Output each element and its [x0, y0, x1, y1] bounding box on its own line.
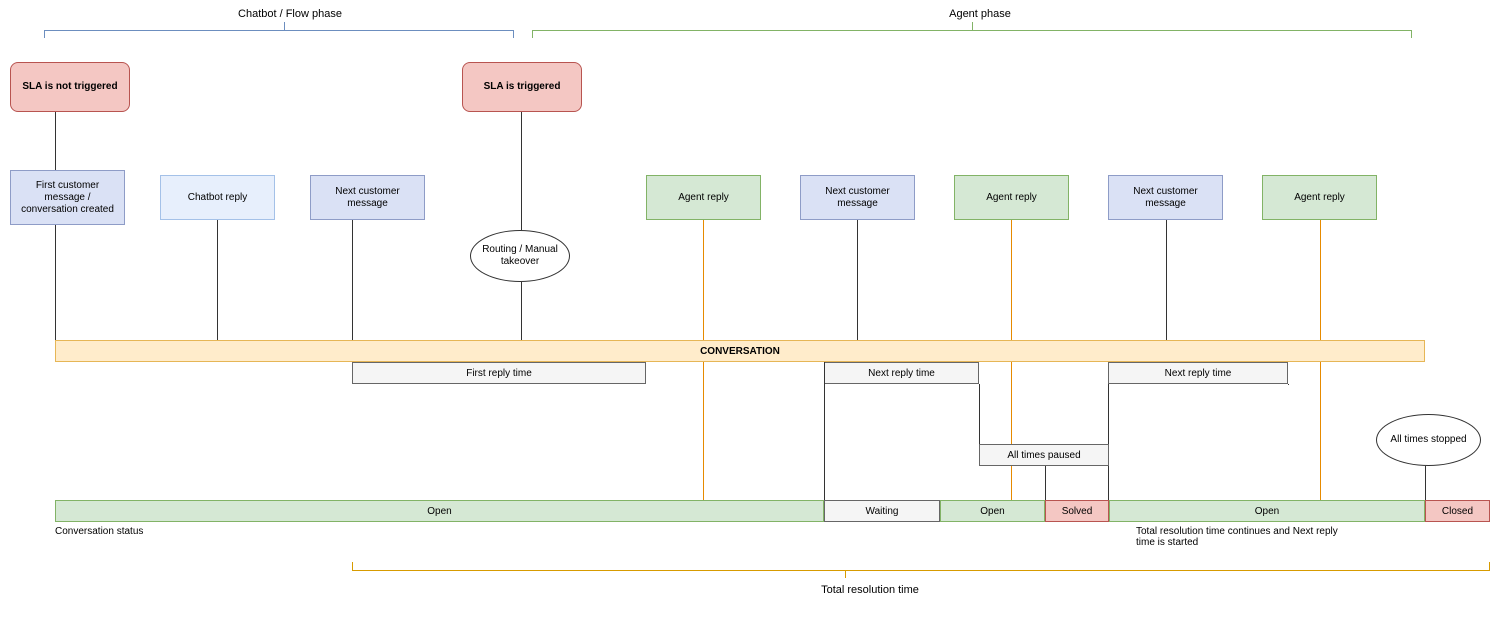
brace-chatbot-left	[44, 30, 45, 38]
vline-rt4	[1045, 466, 1046, 500]
vline-rt3	[979, 384, 980, 444]
next-customer-3: Next customer message	[1108, 175, 1223, 220]
vline-e4	[521, 282, 522, 340]
resolution-note: Total resolution time continues and Next…	[1136, 526, 1356, 548]
next-reply-2: Next reply time	[1108, 362, 1288, 384]
brace-res-left	[352, 562, 353, 570]
brace-agent-left	[532, 30, 533, 38]
vline-e1	[55, 225, 56, 340]
sla-triggered: SLA is triggered	[462, 62, 582, 112]
brace-chatbot-mid	[284, 22, 285, 30]
status-closed: Closed	[1425, 500, 1490, 522]
brace-agent-mid	[972, 22, 973, 30]
phase-agent-label: Agent phase	[920, 8, 1040, 20]
agent-reply-1: Agent reply	[646, 175, 761, 220]
brace-res-mid	[845, 570, 846, 578]
vline-e3	[352, 220, 353, 360]
phase-chatbot-label: Chatbot / Flow phase	[210, 8, 370, 20]
all-times-paused: All times paused	[979, 444, 1109, 466]
agent-reply-2: Agent reply	[954, 175, 1069, 220]
vline-rt7	[1425, 466, 1426, 500]
chatbot-reply: Chatbot reply	[160, 175, 275, 220]
brace-chatbot-right	[513, 30, 514, 38]
brace-res-right	[1489, 562, 1490, 570]
vline-e6	[857, 220, 858, 360]
first-reply-time: First reply time	[352, 362, 646, 384]
first-customer-message: First customer message / conversation cr…	[10, 170, 125, 225]
status-solved: Solved	[1045, 500, 1109, 522]
vline-rt5	[1108, 384, 1109, 500]
sla-not-triggered: SLA is not triggered	[10, 62, 130, 112]
status-open-3: Open	[1109, 500, 1425, 522]
vline-sla2	[521, 112, 522, 230]
brace-resolution	[352, 570, 1490, 571]
vline-rt6	[1288, 384, 1289, 385]
total-resolution-label: Total resolution time	[790, 584, 950, 596]
status-open-1: Open	[55, 500, 824, 522]
routing-takeover: Routing / Manual takeover	[470, 230, 570, 282]
conversation-bar: CONVERSATION	[55, 340, 1425, 362]
vline-sla1	[55, 112, 56, 170]
vline-e8	[1166, 220, 1167, 360]
agent-reply-3: Agent reply	[1262, 175, 1377, 220]
vline-e2	[217, 220, 218, 340]
vline-rt1	[824, 362, 825, 500]
next-customer-1: Next customer message	[310, 175, 425, 220]
next-customer-2: Next customer message	[800, 175, 915, 220]
next-reply-1: Next reply time	[824, 362, 979, 384]
brace-agent-right	[1411, 30, 1412, 38]
all-times-stopped: All times stopped	[1376, 414, 1481, 466]
brace-agent	[532, 30, 1412, 31]
status-open-2: Open	[940, 500, 1045, 522]
conversation-status-label: Conversation status	[55, 526, 143, 537]
status-waiting: Waiting	[824, 500, 940, 522]
brace-chatbot	[44, 30, 514, 31]
